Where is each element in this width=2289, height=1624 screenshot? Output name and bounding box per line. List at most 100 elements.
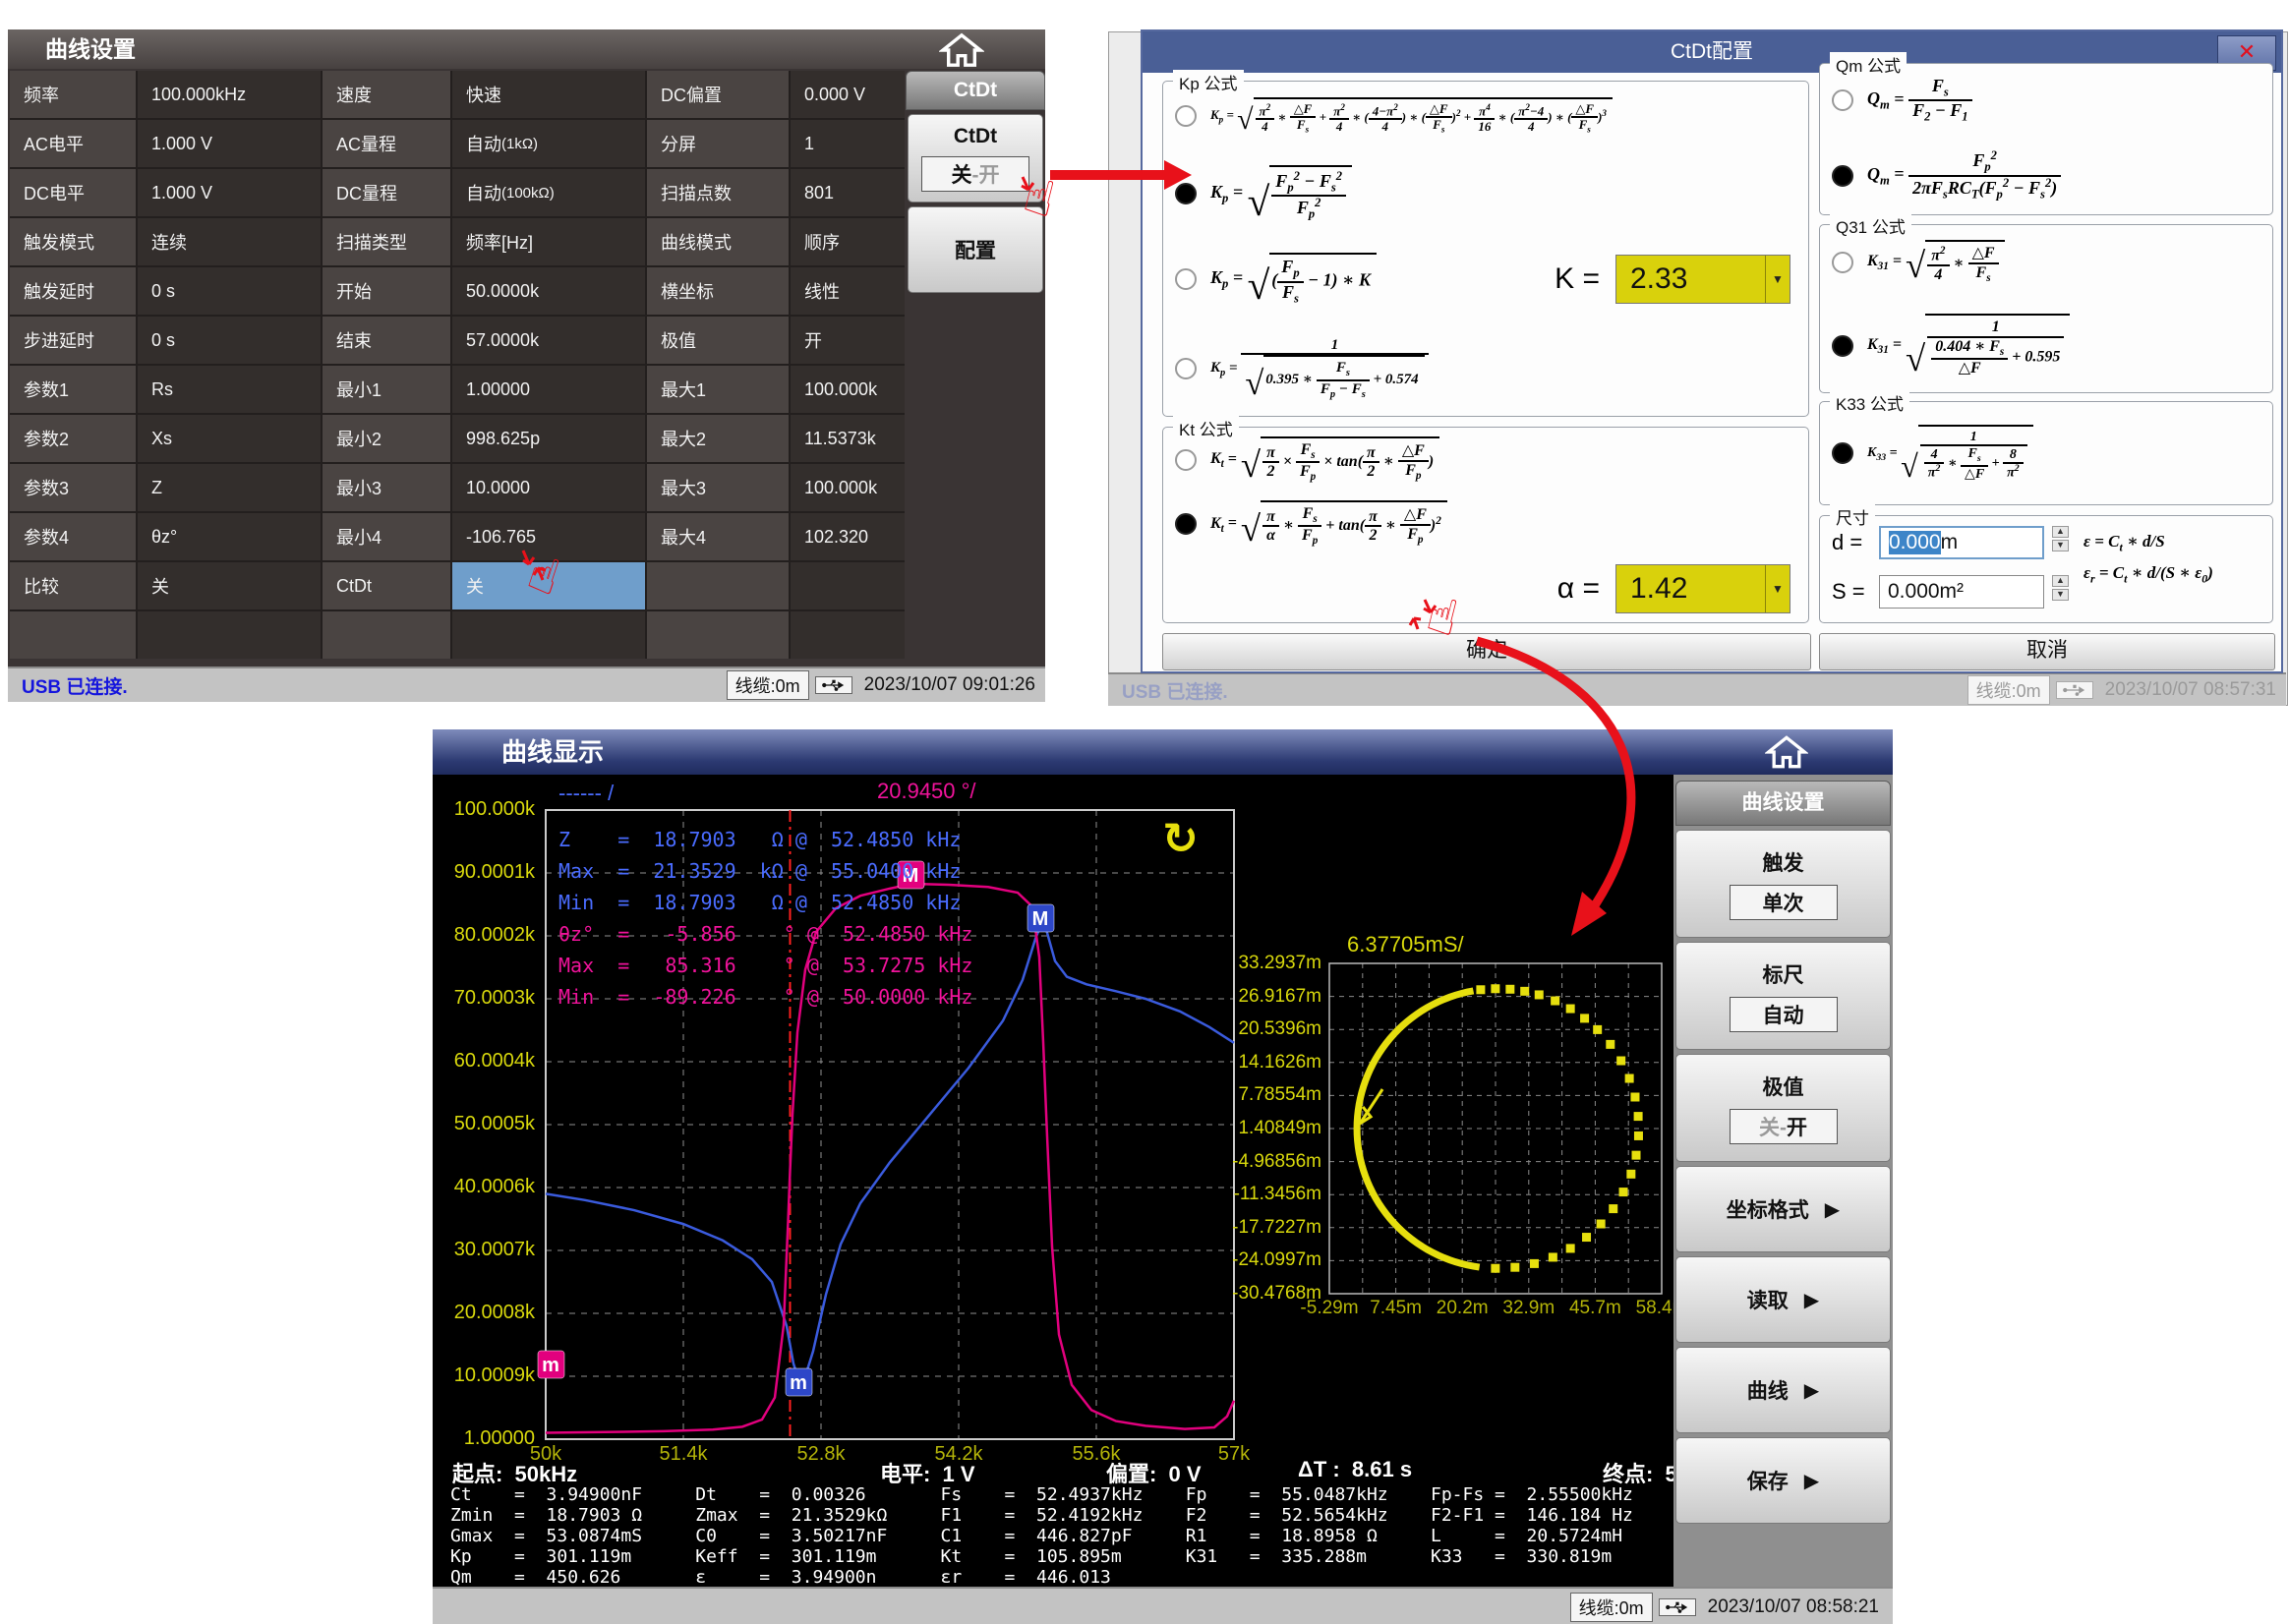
setting-label: 分屏 bbox=[647, 120, 789, 167]
setting-value[interactable] bbox=[138, 611, 321, 659]
setting-label: 横坐标 bbox=[647, 267, 789, 315]
radio-q31-2[interactable] bbox=[1832, 335, 1853, 357]
home-icon[interactable] bbox=[1765, 733, 1808, 771]
usb-status-text: USB 已连接. bbox=[22, 672, 128, 699]
tick-label: -11.3456m bbox=[1213, 1184, 1321, 1205]
screenshot-canvas: 曲线设置 频率100.000kHz速度快速DC偏置0.000 VAC电平1.00… bbox=[0, 0, 2289, 1624]
rotate-icon[interactable]: ↻ bbox=[1162, 814, 1199, 864]
setting-value[interactable]: θz° bbox=[138, 513, 321, 560]
setting-value[interactable]: 1.00000 bbox=[452, 366, 645, 413]
epsilon-formula: ε = Ct ∗ d/S bbox=[2084, 532, 2165, 554]
alpha-value-combo[interactable]: 1.42 ▼ bbox=[1615, 564, 1790, 613]
setting-value[interactable]: 1.000 V bbox=[138, 120, 321, 167]
ok-button[interactable]: 确定 bbox=[1162, 633, 1811, 670]
setting-value[interactable] bbox=[791, 562, 905, 609]
setting-value[interactable]: Rs bbox=[138, 366, 321, 413]
setting-value[interactable]: 频率[Hz] bbox=[452, 218, 645, 265]
display-sidebar: 曲线设置 触发单次标尺自动极值关-开坐标格式▶读取▶曲线▶保存▶ bbox=[1673, 775, 1893, 1587]
setting-value[interactable]: 100.000kHz bbox=[138, 71, 321, 118]
usb-icon bbox=[1659, 1598, 1696, 1616]
setting-value[interactable]: 100.000k bbox=[791, 464, 905, 511]
setting-value[interactable]: 快速 bbox=[452, 71, 645, 118]
radio-kp-2[interactable] bbox=[1175, 183, 1197, 204]
s-input[interactable]: 0.000m² bbox=[1879, 575, 2044, 609]
setting-label: CtDt bbox=[323, 562, 450, 609]
sidebar-button-1[interactable]: 触发单次 bbox=[1675, 830, 1891, 938]
setting-label: 参数2 bbox=[10, 415, 136, 462]
radio-qm-2[interactable] bbox=[1832, 165, 1853, 187]
setting-value[interactable] bbox=[452, 611, 645, 659]
setting-value[interactable]: Xs bbox=[138, 415, 321, 462]
setting-value[interactable]: 开 bbox=[791, 317, 905, 364]
setting-label: AC电平 bbox=[10, 120, 136, 167]
formula-qm-1: Qm = FsF2 − F1 bbox=[1867, 77, 1972, 125]
setting-value[interactable] bbox=[791, 611, 905, 659]
d-spinner[interactable]: ▲▼ bbox=[2052, 526, 2069, 551]
setting-value[interactable]: 线性 bbox=[791, 267, 905, 315]
setting-value[interactable]: Z bbox=[138, 464, 321, 511]
settings-sidebar: CtDt CtDt关-开配置 bbox=[906, 71, 1045, 297]
setting-label bbox=[10, 611, 136, 659]
setting-value[interactable]: 自动(1kΩ) bbox=[452, 120, 645, 167]
setting-value[interactable]: 顺序 bbox=[791, 218, 905, 265]
sidebar-button-7[interactable]: 保存▶ bbox=[1675, 1437, 1891, 1524]
setting-value[interactable]: 102.320 bbox=[791, 513, 905, 560]
sidebar-button-2[interactable]: 标尺自动 bbox=[1675, 942, 1891, 1050]
radio-k33-1[interactable] bbox=[1832, 442, 1853, 464]
cable-length-badge: 线缆:0m bbox=[727, 670, 809, 700]
radio-kp-3[interactable] bbox=[1175, 268, 1197, 290]
tick-label: 10.0009k bbox=[437, 1364, 535, 1387]
size-group: 尺寸 d = 0.000m ▲▼ S = 0.000m² ▲▼ ε = Ct ∗… bbox=[1819, 515, 2273, 623]
tick-label: 52.8k bbox=[777, 1443, 865, 1466]
setting-value[interactable]: 连续 bbox=[138, 218, 321, 265]
setting-label: 最大2 bbox=[647, 415, 789, 462]
sidebar-button-3[interactable]: 极值关-开 bbox=[1675, 1054, 1891, 1162]
setting-value[interactable]: 1 bbox=[791, 120, 905, 167]
setting-value[interactable]: 0 s bbox=[138, 317, 321, 364]
setting-label: 结束 bbox=[323, 317, 450, 364]
setting-label: 速度 bbox=[323, 71, 450, 118]
setting-value[interactable]: 0.000 V bbox=[791, 71, 905, 118]
setting-value[interactable]: 998.625p bbox=[452, 415, 645, 462]
group-label-size: 尺寸 bbox=[1830, 504, 1875, 529]
radio-q31-1[interactable] bbox=[1832, 252, 1853, 273]
setting-value[interactable]: 50.0000k bbox=[452, 267, 645, 315]
kp-formula-group: Kp 公式 Kp = √π24 ∗ △FFs + π24 ∗ (4−π24) ∗… bbox=[1162, 81, 1809, 417]
toggle-state: 关-开 bbox=[1730, 1109, 1838, 1144]
group-label-k33: K33 公式 bbox=[1830, 390, 1909, 415]
d-label: d = bbox=[1832, 530, 1862, 555]
radio-kt-2[interactable] bbox=[1175, 513, 1197, 535]
chevron-down-icon[interactable]: ▼ bbox=[1765, 565, 1790, 612]
radio-kp-1[interactable] bbox=[1175, 105, 1197, 127]
k-value-combo[interactable]: 2.33▼ bbox=[1615, 255, 1790, 304]
home-icon[interactable] bbox=[939, 31, 984, 69]
tick-label: 51.4k bbox=[639, 1443, 728, 1466]
setting-value[interactable]: 100.000k bbox=[791, 366, 905, 413]
sidebar-button-1[interactable]: CtDt关-开 bbox=[908, 114, 1043, 203]
host-status-bar: USB 已连接. 线缆:0m 2023/10/07 08:57:31 bbox=[1108, 672, 2286, 706]
sidebar-button-4[interactable]: 坐标格式▶ bbox=[1675, 1166, 1891, 1252]
s-spinner[interactable]: ▲▼ bbox=[2052, 575, 2069, 601]
sidebar-button-5[interactable]: 读取▶ bbox=[1675, 1256, 1891, 1343]
d-input[interactable]: 0.000m bbox=[1879, 526, 2044, 559]
setting-label: 最小3 bbox=[323, 464, 450, 511]
cancel-button[interactable]: 取消 bbox=[1819, 633, 2275, 670]
chevron-down-icon[interactable]: ▼ bbox=[1765, 256, 1790, 303]
setting-value[interactable]: 801 bbox=[791, 169, 905, 216]
sidebar-button-6[interactable]: 曲线▶ bbox=[1675, 1347, 1891, 1433]
setting-value[interactable]: 1.000 V bbox=[138, 169, 321, 216]
alpha-value: 1.42 bbox=[1630, 572, 1687, 606]
settings-status-bar: USB 已连接. 线缆:0m 2023/10/07 09:01:26 bbox=[8, 667, 1045, 702]
setting-value[interactable]: 57.0000k bbox=[452, 317, 645, 364]
radio-qm-1[interactable] bbox=[1832, 89, 1853, 111]
k33-formula-group: K33 公式 K33 = √14π2 ∗ Fs△F + 8π2 bbox=[1819, 401, 2273, 505]
setting-value[interactable]: 10.0000 bbox=[452, 464, 645, 511]
setting-label: 极值 bbox=[647, 317, 789, 364]
setting-value[interactable]: 关 bbox=[138, 562, 321, 609]
setting-value[interactable]: 0 s bbox=[138, 267, 321, 315]
radio-kp-4[interactable] bbox=[1175, 358, 1197, 379]
setting-value[interactable]: 自动(100kΩ) bbox=[452, 169, 645, 216]
setting-value[interactable]: 11.5373k bbox=[791, 415, 905, 462]
radio-kt-1[interactable] bbox=[1175, 449, 1197, 471]
setting-label: DC偏置 bbox=[647, 71, 789, 118]
